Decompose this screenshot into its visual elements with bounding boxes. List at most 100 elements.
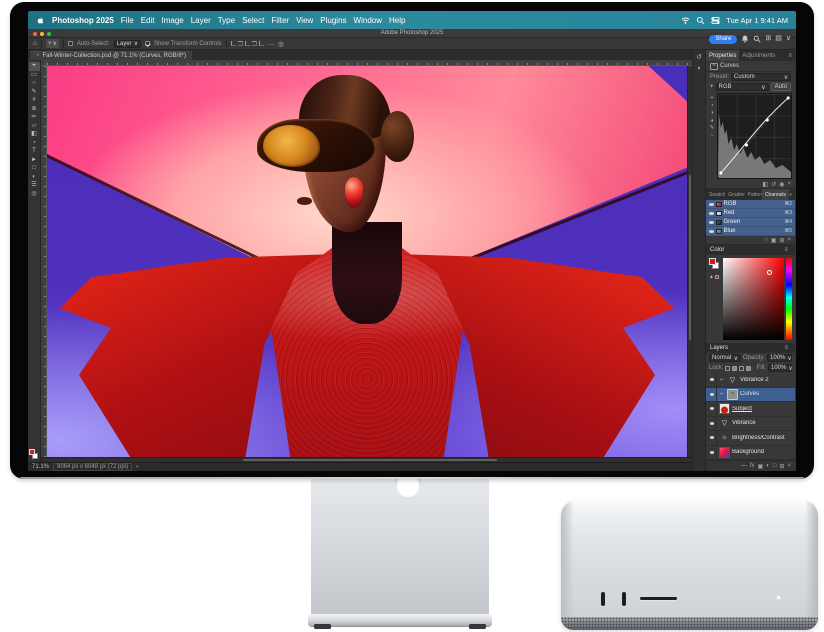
gradient-tool[interactable]: ◧ (29, 130, 40, 139)
tab-swatches[interactable]: Swatches (706, 189, 725, 200)
blur-tool[interactable]: ◐ (29, 173, 40, 182)
draw-curve-pencil-icon[interactable]: ✎ (710, 125, 715, 131)
preset-dropdown[interactable]: Custom ∨ (731, 73, 791, 81)
lock-pixels-icon[interactable] (732, 366, 737, 371)
menu-item-layer[interactable]: Layer (191, 16, 211, 25)
channel-row-rgb[interactable]: RGB ⌘2 (706, 200, 795, 209)
toggle-visibility-icon[interactable]: ◉ (779, 181, 784, 188)
layer-effects-icon[interactable]: fx (750, 463, 755, 469)
curves-graph[interactable] (717, 93, 792, 179)
auto-select-checkbox[interactable] (68, 41, 73, 46)
horizontal-scrollbar[interactable] (41, 457, 692, 462)
eye-icon[interactable] (710, 407, 715, 410)
channel-row-blue[interactable]: Blue ⌘5 (706, 227, 795, 236)
align-center-icon[interactable] (238, 41, 243, 46)
lasso-tool[interactable]: ○ (29, 79, 40, 88)
minimize-window-button[interactable] (40, 32, 44, 36)
saturation-brightness-field[interactable] (723, 258, 784, 340)
move-tool-preset[interactable]: + ∨ (46, 39, 59, 48)
auto-select-dropdown[interactable]: Layer ∨ (114, 40, 141, 48)
vertical-scrollbar-thumb[interactable] (689, 175, 691, 339)
save-selection-icon[interactable]: ▣ (771, 237, 777, 244)
auto-button[interactable]: Auto (771, 83, 791, 91)
layer-row-vibrance[interactable]: ▽ Vibrance (706, 417, 795, 432)
menu-item-window[interactable]: Window (354, 16, 382, 25)
blend-mode-dropdown[interactable]: Normal ∨ (709, 354, 741, 362)
tab-adjustments[interactable]: Adjustments (739, 50, 778, 61)
horizontal-scrollbar-thumb[interactable] (243, 459, 497, 461)
delete-layer-icon[interactable]: × (787, 463, 791, 469)
lock-transparency-icon[interactable] (725, 366, 730, 371)
layer-row-background[interactable]: Background (706, 446, 795, 461)
new-channel-icon[interactable]: ⊞ (779, 237, 784, 244)
menu-bar-clock[interactable]: Tue Apr 1 9:41 AM (726, 16, 788, 25)
menu-item-select[interactable]: Select (242, 16, 264, 25)
type-tool[interactable]: T (29, 147, 40, 156)
eye-icon[interactable] (709, 203, 714, 206)
menu-item-type[interactable]: Type (218, 16, 235, 25)
menu-item-help[interactable]: Help (389, 16, 405, 25)
healing-tool[interactable]: ⊕ (29, 105, 40, 114)
hue-slider[interactable] (786, 258, 792, 340)
transform-controls-checkbox[interactable] (145, 41, 150, 46)
eye-icon[interactable] (709, 221, 714, 224)
search-panel-icon[interactable] (753, 35, 761, 43)
foreground-background-swatches[interactable] (29, 449, 39, 460)
control-center-icon[interactable] (711, 16, 720, 25)
gray-point-eyedropper-icon[interactable]: ◑ (710, 110, 713, 116)
curve-point[interactable] (766, 118, 769, 121)
new-group-icon[interactable]: □ (773, 463, 777, 469)
dodge-tool[interactable]: ◔ (29, 139, 40, 148)
history-panel-icon[interactable]: ↺ (696, 53, 702, 61)
menu-item-view[interactable]: View (296, 16, 313, 25)
new-layer-icon[interactable]: ⊞ (779, 463, 784, 470)
eye-icon[interactable] (709, 230, 714, 233)
add-mask-icon[interactable]: ▣ (758, 463, 764, 470)
white-point-eyedropper-icon[interactable]: ◕ (710, 118, 713, 124)
delete-channel-icon[interactable]: × (787, 237, 791, 243)
layer-row-vibrance2[interactable]: ⌐ ▽ Vibrance 2 (706, 373, 795, 388)
zoom-window-button[interactable] (47, 32, 51, 36)
move-tool[interactable]: + (29, 62, 40, 71)
eye-cell[interactable] (708, 446, 717, 460)
curve-point[interactable] (719, 171, 722, 174)
load-selection-icon[interactable]: ○ (764, 237, 768, 243)
fill-dropdown[interactable]: 100% ∨ (768, 364, 792, 372)
more-options-icon[interactable]: … (268, 40, 275, 47)
eye-icon[interactable] (710, 451, 715, 454)
align-bottom-icon[interactable] (259, 41, 264, 46)
panel-layout-icon[interactable]: ▤ (775, 35, 782, 43)
hand-tool[interactable]: ☰ (29, 181, 40, 190)
eye-cell[interactable] (708, 373, 717, 387)
lock-all-icon[interactable] (746, 366, 751, 371)
align-right-icon[interactable] (245, 41, 250, 46)
channel-row-green[interactable]: Green ⌘4 (706, 218, 795, 227)
menu-item-edit[interactable]: Edit (141, 16, 155, 25)
crop-tool[interactable]: # (29, 96, 40, 105)
status-chevron-icon[interactable]: › (136, 464, 138, 470)
layers-panel-menu-icon[interactable]: ≡ (784, 345, 791, 351)
document-tab[interactable]: × Fall-Winter-Collection.psd @ 71.1% (Cu… (30, 51, 192, 60)
marquee-tool[interactable]: ▭ (29, 71, 40, 80)
black-point-eyedropper-icon[interactable]: ◔ (710, 103, 713, 109)
close-tab-icon[interactable]: × (36, 53, 40, 59)
align-left-icon[interactable] (231, 41, 236, 46)
path-select-tool[interactable]: ► (29, 156, 40, 165)
menu-item-app[interactable]: Photoshop 2025 (52, 16, 114, 25)
tab-properties[interactable]: Properties (706, 50, 739, 61)
lock-position-icon[interactable] (739, 366, 744, 371)
menu-item-plugins[interactable]: Plugins (320, 16, 346, 25)
quick-selection-tool[interactable]: ✎ (29, 88, 40, 97)
color-panel-menu-icon[interactable]: ≡ (784, 247, 791, 253)
eye-cell[interactable] (708, 402, 717, 416)
eye-icon[interactable] (710, 422, 715, 425)
reset-adjustment-icon[interactable]: ↺ (771, 181, 776, 188)
menu-item-filter[interactable]: Filter (271, 16, 289, 25)
home-icon[interactable]: ⌂ (33, 40, 37, 47)
eye-cell[interactable] (708, 417, 717, 431)
delete-adjustment-icon[interactable]: × (787, 181, 791, 187)
clip-to-layer-icon[interactable]: ◧ (763, 181, 769, 188)
close-window-button[interactable] (33, 32, 37, 36)
wifi-icon[interactable] (681, 16, 690, 25)
eye-icon[interactable] (710, 378, 715, 381)
